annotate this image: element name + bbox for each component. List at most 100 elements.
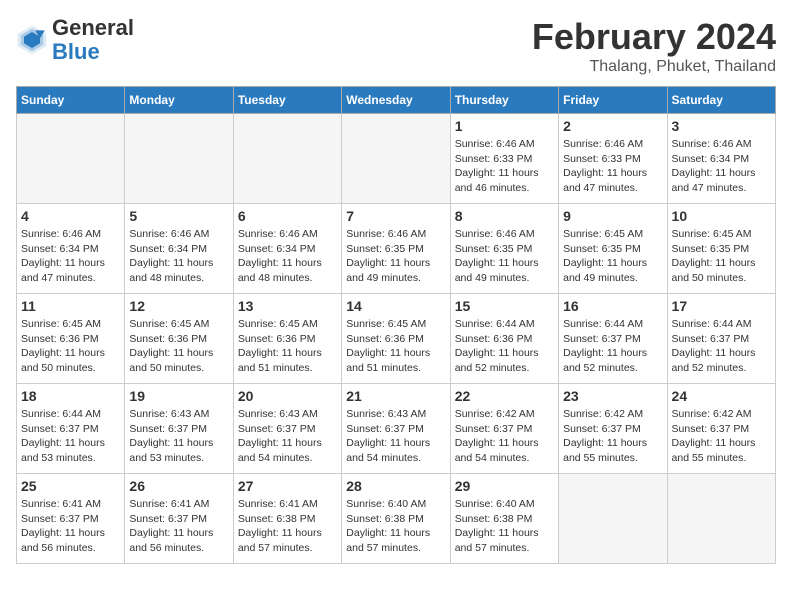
day-cell: 18 Sunrise: 6:44 AMSunset: 6:37 PMDayligh… bbox=[17, 384, 125, 474]
day-info: Sunrise: 6:46 AMSunset: 6:33 PMDaylight:… bbox=[455, 137, 554, 196]
day-number: 27 bbox=[238, 478, 337, 494]
day-cell: 11 Sunrise: 6:45 AMSunset: 6:36 PMDayligh… bbox=[17, 294, 125, 384]
day-cell: 29 Sunrise: 6:40 AMSunset: 6:38 PMDayligh… bbox=[450, 474, 558, 564]
week-row-1: 1Sunrise: 6:46 AMSunset: 6:33 PMDaylight… bbox=[17, 114, 776, 204]
day-cell: 9Sunrise: 6:45 AMSunset: 6:35 PMDaylight… bbox=[559, 204, 667, 294]
day-number: 8 bbox=[455, 208, 554, 224]
day-number: 23 bbox=[563, 388, 662, 404]
calendar-table: SundayMondayTuesdayWednesdayThursdayFrid… bbox=[16, 86, 776, 564]
day-info: Sunrise: 6:46 AMSunset: 6:34 PMDaylight:… bbox=[21, 227, 120, 286]
week-row-3: 11 Sunrise: 6:45 AMSunset: 6:36 PMDayligh… bbox=[17, 294, 776, 384]
col-header-tuesday: Tuesday bbox=[233, 87, 341, 114]
title-block: February 2024 Thalang, Phuket, Thailand bbox=[532, 16, 776, 76]
day-cell: 8 Sunrise: 6:46 AMSunset: 6:35 PMDaylight… bbox=[450, 204, 558, 294]
day-cell: 5 Sunrise: 6:46 AMSunset: 6:34 PMDaylight… bbox=[125, 204, 233, 294]
day-cell: 10 Sunrise: 6:45 AMSunset: 6:35 PMDayligh… bbox=[667, 204, 775, 294]
day-info: Sunrise: 6:46 AMSunset: 6:35 PMDaylight:… bbox=[346, 227, 445, 286]
day-cell: 26Sunrise: 6:41 AMSunset: 6:37 PMDayligh… bbox=[125, 474, 233, 564]
day-info: Sunrise: 6:40 AMSunset: 6:38 PMDaylight:… bbox=[455, 497, 554, 556]
day-number: 19 bbox=[129, 388, 228, 404]
day-info: Sunrise: 6:44 AMSunset: 6:37 PMDaylight:… bbox=[21, 407, 120, 466]
day-cell: 15 Sunrise: 6:44 AMSunset: 6:36 PMDayligh… bbox=[450, 294, 558, 384]
day-cell bbox=[125, 114, 233, 204]
day-cell: 4 Sunrise: 6:46 AMSunset: 6:34 PMDaylight… bbox=[17, 204, 125, 294]
day-cell: 6 Sunrise: 6:46 AMSunset: 6:34 PMDaylight… bbox=[233, 204, 341, 294]
day-info: Sunrise: 6:41 AMSunset: 6:37 PMDaylight:… bbox=[21, 497, 120, 556]
day-info: Sunrise: 6:45 AMSunset: 6:36 PMDaylight:… bbox=[238, 317, 337, 376]
day-number: 20 bbox=[238, 388, 337, 404]
day-number: 15 bbox=[455, 298, 554, 314]
col-header-friday: Friday bbox=[559, 87, 667, 114]
day-cell bbox=[559, 474, 667, 564]
col-header-saturday: Saturday bbox=[667, 87, 775, 114]
day-info: Sunrise: 6:40 AMSunset: 6:38 PMDaylight:… bbox=[346, 497, 445, 556]
day-cell: 17 Sunrise: 6:44 AMSunset: 6:37 PMDayligh… bbox=[667, 294, 775, 384]
day-cell bbox=[667, 474, 775, 564]
calendar-header-row: SundayMondayTuesdayWednesdayThursdayFrid… bbox=[17, 87, 776, 114]
week-row-5: 25 Sunrise: 6:41 AMSunset: 6:37 PMDayligh… bbox=[17, 474, 776, 564]
day-number: 11 bbox=[21, 298, 120, 314]
day-cell: 19Sunrise: 6:43 AMSunset: 6:37 PMDayligh… bbox=[125, 384, 233, 474]
day-cell: 16 Sunrise: 6:44 AMSunset: 6:37 PMDayligh… bbox=[559, 294, 667, 384]
day-info: Sunrise: 6:44 AMSunset: 6:36 PMDaylight:… bbox=[455, 317, 554, 376]
day-info: Sunrise: 6:41 AMSunset: 6:37 PMDaylight:… bbox=[129, 497, 228, 556]
logo-blue: Blue bbox=[52, 39, 100, 64]
day-cell: 22 Sunrise: 6:42 AMSunset: 6:37 PMDayligh… bbox=[450, 384, 558, 474]
logo-text: General Blue bbox=[52, 16, 134, 64]
day-info: Sunrise: 6:45 AMSunset: 6:35 PMDaylight:… bbox=[672, 227, 771, 286]
day-info: Sunrise: 6:46 AMSunset: 6:34 PMDaylight:… bbox=[672, 137, 771, 196]
day-cell: 2 Sunrise: 6:46 AMSunset: 6:33 PMDaylight… bbox=[559, 114, 667, 204]
day-info: Sunrise: 6:46 AMSunset: 6:33 PMDaylight:… bbox=[563, 137, 662, 196]
day-cell: 7 Sunrise: 6:46 AMSunset: 6:35 PMDaylight… bbox=[342, 204, 450, 294]
day-cell bbox=[342, 114, 450, 204]
day-cell: 25 Sunrise: 6:41 AMSunset: 6:37 PMDayligh… bbox=[17, 474, 125, 564]
day-number: 17 bbox=[672, 298, 771, 314]
day-cell: 28 Sunrise: 6:40 AMSunset: 6:38 PMDayligh… bbox=[342, 474, 450, 564]
day-info: Sunrise: 6:44 AMSunset: 6:37 PMDaylight:… bbox=[563, 317, 662, 376]
day-info: Sunrise: 6:45 AMSunset: 6:36 PMDaylight:… bbox=[346, 317, 445, 376]
day-info: Sunrise: 6:46 AMSunset: 6:35 PMDaylight:… bbox=[455, 227, 554, 286]
page-header: General Blue February 2024 Thalang, Phuk… bbox=[16, 16, 776, 76]
day-cell: 21Sunrise: 6:43 AMSunset: 6:37 PMDayligh… bbox=[342, 384, 450, 474]
day-number: 29 bbox=[455, 478, 554, 494]
day-cell: 23 Sunrise: 6:42 AMSunset: 6:37 PMDayligh… bbox=[559, 384, 667, 474]
logo-icon bbox=[16, 24, 48, 56]
day-info: Sunrise: 6:45 AMSunset: 6:36 PMDaylight:… bbox=[129, 317, 228, 376]
day-number: 14 bbox=[346, 298, 445, 314]
day-info: Sunrise: 6:44 AMSunset: 6:37 PMDaylight:… bbox=[672, 317, 771, 376]
day-number: 7 bbox=[346, 208, 445, 224]
day-number: 21 bbox=[346, 388, 445, 404]
col-header-monday: Monday bbox=[125, 87, 233, 114]
week-row-2: 4 Sunrise: 6:46 AMSunset: 6:34 PMDaylight… bbox=[17, 204, 776, 294]
day-cell: 14 Sunrise: 6:45 AMSunset: 6:36 PMDayligh… bbox=[342, 294, 450, 384]
day-number: 6 bbox=[238, 208, 337, 224]
day-cell: 12Sunrise: 6:45 AMSunset: 6:36 PMDayligh… bbox=[125, 294, 233, 384]
day-info: Sunrise: 6:42 AMSunset: 6:37 PMDaylight:… bbox=[563, 407, 662, 466]
day-number: 10 bbox=[672, 208, 771, 224]
day-number: 16 bbox=[563, 298, 662, 314]
day-cell: 20 Sunrise: 6:43 AMSunset: 6:37 PMDayligh… bbox=[233, 384, 341, 474]
day-number: 2 bbox=[563, 118, 662, 134]
day-info: Sunrise: 6:45 AMSunset: 6:36 PMDaylight:… bbox=[21, 317, 120, 376]
day-number: 18 bbox=[21, 388, 120, 404]
col-header-sunday: Sunday bbox=[17, 87, 125, 114]
day-info: Sunrise: 6:43 AMSunset: 6:37 PMDaylight:… bbox=[238, 407, 337, 466]
day-number: 28 bbox=[346, 478, 445, 494]
day-number: 5 bbox=[129, 208, 228, 224]
day-info: Sunrise: 6:42 AMSunset: 6:37 PMDaylight:… bbox=[455, 407, 554, 466]
day-cell: 3Sunrise: 6:46 AMSunset: 6:34 PMDaylight… bbox=[667, 114, 775, 204]
month-title: February 2024 bbox=[532, 16, 776, 58]
day-cell: 13 Sunrise: 6:45 AMSunset: 6:36 PMDayligh… bbox=[233, 294, 341, 384]
day-number: 4 bbox=[21, 208, 120, 224]
day-info: Sunrise: 6:46 AMSunset: 6:34 PMDaylight:… bbox=[129, 227, 228, 286]
day-number: 22 bbox=[455, 388, 554, 404]
logo-general: General bbox=[52, 15, 134, 40]
col-header-wednesday: Wednesday bbox=[342, 87, 450, 114]
day-number: 25 bbox=[21, 478, 120, 494]
day-number: 9 bbox=[563, 208, 662, 224]
day-info: Sunrise: 6:46 AMSunset: 6:34 PMDaylight:… bbox=[238, 227, 337, 286]
day-number: 24 bbox=[672, 388, 771, 404]
day-cell: 24Sunrise: 6:42 AMSunset: 6:37 PMDayligh… bbox=[667, 384, 775, 474]
col-header-thursday: Thursday bbox=[450, 87, 558, 114]
day-number: 13 bbox=[238, 298, 337, 314]
